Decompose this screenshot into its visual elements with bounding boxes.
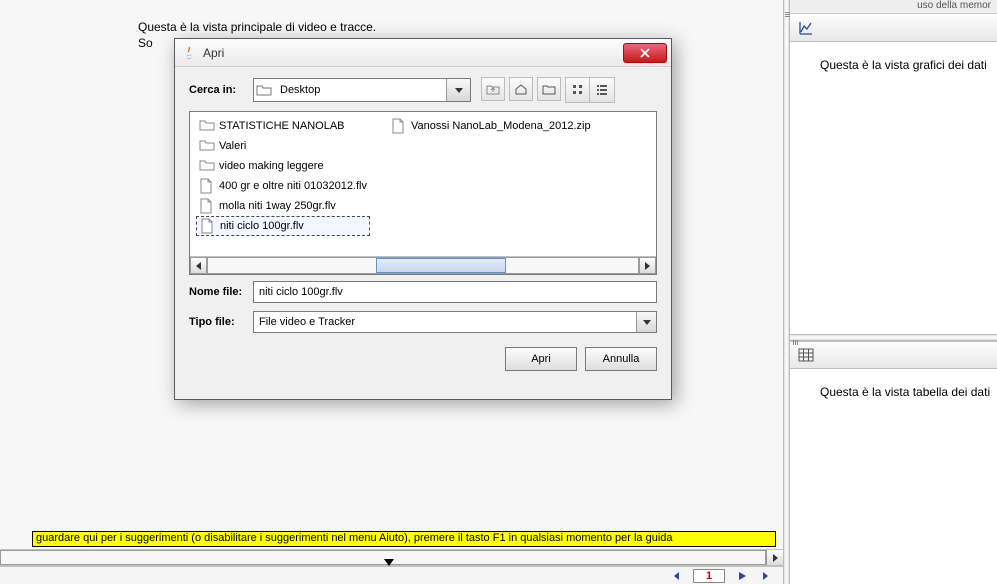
file-item-label: video making leggere <box>219 160 324 172</box>
lookin-label: Cerca in: <box>189 84 253 96</box>
home-icon <box>514 83 528 95</box>
table-view-header <box>790 341 997 369</box>
file-item[interactable]: STATISTICHE NANOLAB <box>196 116 370 136</box>
up-folder-icon <box>486 83 500 95</box>
main-view-text: Questa è la vista principale di video e … <box>138 20 376 34</box>
hint-bar: guardare qui per i suggerimenti (o disab… <box>32 531 776 547</box>
details-view-button[interactable] <box>590 78 614 102</box>
close-icon <box>640 48 650 58</box>
file-item[interactable]: 400 gr e oltre niti 01032012.flv <box>196 176 370 196</box>
play-button[interactable] <box>735 569 749 583</box>
player-controls: 1 <box>0 566 783 584</box>
file-item-label: Valeri <box>219 140 246 152</box>
filetype-label: Tipo file: <box>189 316 253 328</box>
open-button[interactable]: Apri <box>505 347 577 371</box>
file-list[interactable]: STATISTICHE NANOLAB Valeri video making le… <box>189 111 657 275</box>
dialog-titlebar[interactable]: Apri <box>175 39 671 67</box>
file-icon <box>199 198 215 214</box>
main-view-text-2: So <box>138 36 153 50</box>
scroll-left-button[interactable] <box>190 257 207 274</box>
up-folder-button[interactable] <box>481 77 505 101</box>
list-view-button[interactable] <box>566 78 590 102</box>
folder-icon <box>199 118 215 134</box>
lookin-combo[interactable]: Desktop <box>253 78 471 102</box>
timeline-marker-icon[interactable] <box>384 559 394 566</box>
home-button[interactable] <box>509 77 533 101</box>
chart-view-header <box>790 14 997 42</box>
dropdown-arrow-icon[interactable] <box>636 312 656 332</box>
lookin-value: Desktop <box>274 84 446 96</box>
file-item[interactable]: video making leggere <box>196 156 370 176</box>
file-icon <box>391 118 407 134</box>
frame-field[interactable]: 1 <box>693 569 725 583</box>
filename-value: niti ciclo 100gr.flv <box>259 286 343 298</box>
java-icon <box>181 45 197 61</box>
vertical-splitter[interactable] <box>783 0 790 584</box>
right-panel: uso della memor Questa è la vista grafic… <box>790 0 997 584</box>
step-forward-button[interactable] <box>759 569 773 583</box>
filetype-combo[interactable]: File video e Tracker <box>253 311 657 333</box>
folder-open-icon <box>254 83 274 97</box>
dialog-title: Apri <box>203 46 623 60</box>
filename-label: Nome file: <box>189 286 253 298</box>
file-item[interactable]: Vanossi NanoLab_Modena_2012.zip <box>388 116 594 136</box>
close-button[interactable] <box>623 43 667 63</box>
table-icon <box>798 347 814 363</box>
file-item-label: 400 gr e oltre niti 01032012.flv <box>219 180 367 192</box>
file-item[interactable]: molla niti 1way 250gr.flv <box>196 196 370 216</box>
scroll-track[interactable] <box>207 257 639 274</box>
file-item-label: niti ciclo 100gr.flv <box>220 220 304 232</box>
scroll-thumb[interactable] <box>376 258 506 273</box>
file-item[interactable]: Valeri <box>196 136 370 156</box>
chart-icon <box>798 20 814 36</box>
horizontal-splitter[interactable] <box>790 334 997 341</box>
file-icon <box>199 178 215 194</box>
file-item-label: STATISTICHE NANOLAB <box>219 120 345 132</box>
dropdown-arrow-icon[interactable] <box>446 79 470 101</box>
scroll-right-button[interactable] <box>639 257 656 274</box>
table-view-text: Questa è la vista tabella dei dati <box>790 369 997 407</box>
file-item-label: molla niti 1way 250gr.flv <box>219 200 336 212</box>
details-view-icon <box>596 84 608 96</box>
new-folder-icon <box>542 83 556 95</box>
timeline-scroll-right[interactable] <box>766 550 783 565</box>
folder-icon <box>199 138 215 154</box>
new-folder-button[interactable] <box>537 77 561 101</box>
list-view-icon <box>572 84 584 96</box>
filetype-value: File video e Tracker <box>254 316 636 328</box>
filename-field[interactable]: niti ciclo 100gr.flv <box>253 281 657 303</box>
cancel-button[interactable]: Annulla <box>585 347 657 371</box>
step-back-button[interactable] <box>669 569 683 583</box>
chart-view-text: Questa è la vista grafici dei dati <box>790 42 997 80</box>
folder-icon <box>199 158 215 174</box>
timeline-track[interactable] <box>0 550 766 565</box>
file-icon <box>200 218 216 234</box>
file-list-scrollbar[interactable] <box>190 256 656 274</box>
file-open-dialog: Apri Cerca in: Desktop <box>174 38 672 400</box>
memory-usage-label: uso della memor <box>790 0 997 14</box>
file-item-label: Vanossi NanoLab_Modena_2012.zip <box>411 120 591 132</box>
file-item[interactable]: niti ciclo 100gr.flv <box>196 216 370 236</box>
